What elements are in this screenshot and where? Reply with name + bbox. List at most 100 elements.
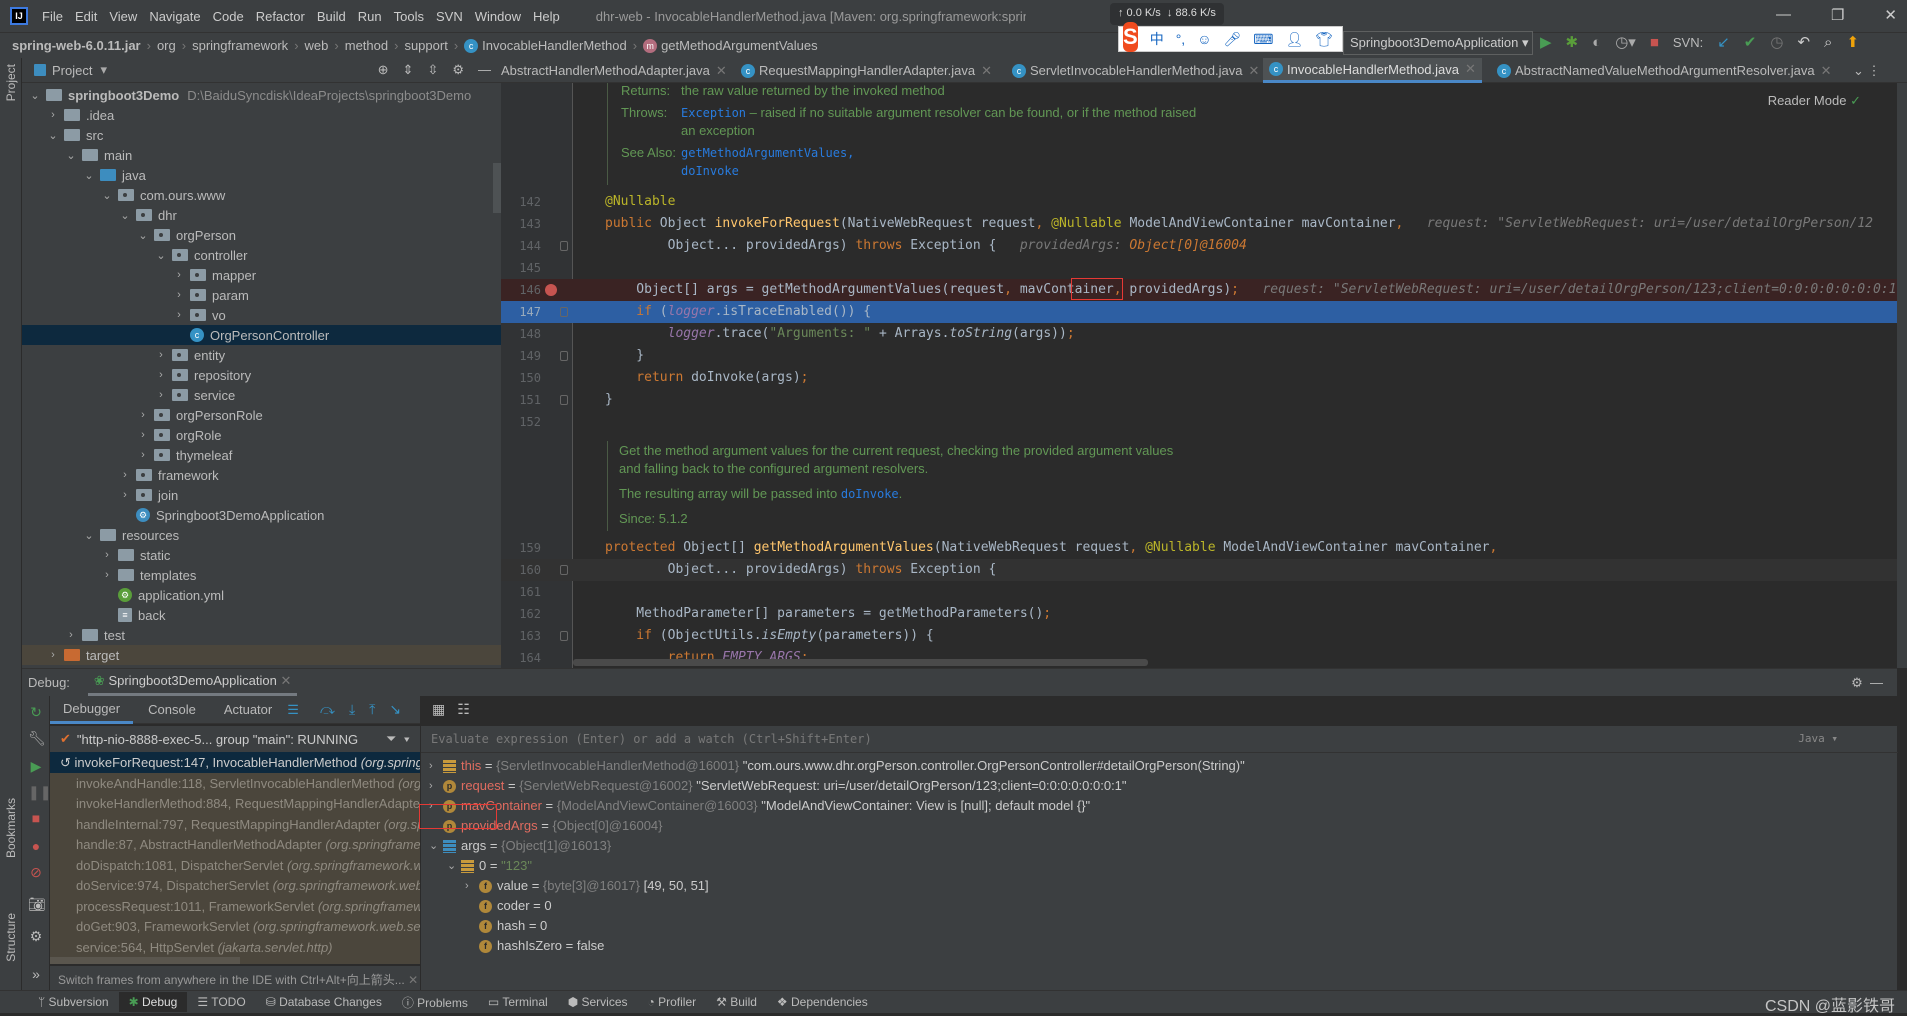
profile-icon[interactable]: ◷▾	[1615, 33, 1636, 51]
code-line[interactable]: 159 protected Object[] getMethodArgumentV…	[501, 537, 1897, 559]
chevron-right-icon[interactable]: ›	[172, 269, 186, 281]
chevron-right-icon[interactable]: ›	[154, 349, 168, 361]
ime-mode-icon[interactable]: 中	[1150, 29, 1164, 49]
menu-icon[interactable]: ☰	[287, 702, 299, 718]
fold-marker-icon[interactable]	[560, 395, 568, 405]
code-line[interactable]: 150 return doInvoke(args);	[501, 367, 1897, 389]
chevron-down-icon[interactable]: ⌄	[154, 249, 168, 262]
variable-row[interactable]: ⌄ args = {Object[1]@16013}	[429, 836, 615, 856]
breadcrumb-item[interactable]: support	[404, 38, 447, 53]
structure-tool-button[interactable]: Structure	[4, 913, 18, 962]
tree-item[interactable]: › .idea	[22, 105, 501, 125]
stack-frame[interactable]: invokeAndHandle:118, ServletInvocableHan…	[50, 773, 420, 794]
code-editor[interactable]: Returns: the raw value returned by the in…	[501, 83, 1897, 668]
menu-navigate[interactable]: Navigate	[149, 9, 200, 24]
wrench-icon[interactable]: 🔧︎	[28, 730, 46, 746]
keyboard-icon[interactable]: ⌨	[1253, 31, 1273, 48]
tree-item[interactable]: › orgPersonRole	[22, 405, 501, 425]
doc-link[interactable]: doInvoke	[681, 164, 739, 178]
chevron-down-icon[interactable]: ⌄	[82, 529, 96, 542]
chevron-right-icon[interactable]: ›	[136, 429, 150, 441]
chevron-right-icon[interactable]: ›	[429, 756, 443, 776]
chevron-right-icon[interactable]: ›	[429, 796, 443, 816]
chevron-down-icon[interactable]: ⌄	[429, 836, 443, 856]
breakpoint-icon[interactable]	[545, 284, 557, 296]
filter-icon[interactable]: ⏷ ▾	[386, 731, 410, 747]
evaluate-expression-input[interactable]: Evaluate expression (Enter) or add a wat…	[421, 726, 1898, 753]
chevron-right-icon[interactable]: ›	[136, 409, 150, 421]
tree-item[interactable]: ⌄ springboot3Demo D:\BaiduSyncdisk\IdeaPro…	[22, 85, 501, 105]
tool-window-todo[interactable]: ☰ TODO	[187, 992, 255, 1012]
stack-frame[interactable]: doGet:903, FrameworkServlet (org.springf…	[50, 916, 420, 937]
tree-item[interactable]: › param	[22, 285, 501, 305]
tool-window-services[interactable]: ⬢ Services	[558, 992, 638, 1012]
close-icon[interactable]: ✕	[1465, 61, 1476, 77]
tree-item[interactable]: ⌄ java	[22, 165, 501, 185]
close-icon[interactable]: ✕	[1821, 63, 1832, 79]
table-view-icon[interactable]: ▦	[432, 701, 445, 718]
tree-item[interactable]: ⌄ orgPerson	[22, 225, 501, 245]
tabs-menu-icon[interactable]: ⌄ ⋮	[1847, 58, 1887, 83]
debug-icon[interactable]: ✱	[1566, 33, 1579, 51]
chevron-right-icon[interactable]: ›	[465, 876, 479, 896]
chevron-right-icon[interactable]: ›	[172, 289, 186, 301]
fold-marker-icon[interactable]	[560, 307, 568, 317]
menu-window[interactable]: Window	[475, 9, 521, 24]
tree-item[interactable]: › templates	[22, 565, 501, 585]
gear-icon[interactable]: ⚙ —	[1851, 675, 1883, 691]
tree-item[interactable]: ⚙ Springboot3DemoApplication	[22, 505, 501, 525]
tree-item[interactable]: › orgRole	[22, 425, 501, 445]
tree-item[interactable]: ⌄ resources	[22, 525, 501, 545]
code-line[interactable]: 143 public Object invokeForRequest(Native…	[501, 213, 1897, 235]
view-breakpoints-icon[interactable]: ●	[28, 838, 44, 854]
project-tool-button[interactable]: Project	[4, 64, 18, 101]
variable-row[interactable]: f hashIsZero = false	[465, 936, 604, 956]
tree-item[interactable]: › service	[22, 385, 501, 405]
chevron-right-icon[interactable]: ›	[154, 389, 168, 401]
fold-marker-icon[interactable]	[560, 565, 568, 575]
chevron-right-icon[interactable]: ›	[46, 109, 60, 121]
variable-row[interactable]: › this = {ServletInvocableHandlerMethod@1…	[429, 756, 1245, 776]
expand-all-icon[interactable]: ⇕	[403, 62, 414, 78]
chevron-down-icon[interactable]: ⌄	[447, 856, 461, 876]
menu-tools[interactable]: Tools	[394, 9, 424, 24]
code-line[interactable]: 152	[501, 411, 1897, 433]
tree-item[interactable]: ⌄ src	[22, 125, 501, 145]
chevron-right-icon[interactable]: ›	[172, 309, 186, 321]
stack-frame[interactable]: handleInternal:797, RequestMappingHandle…	[50, 814, 420, 835]
variable-row[interactable]: › f value = {byte[3]@16017} [49, 50, 51]	[465, 876, 709, 896]
menu-svn[interactable]: SVN	[436, 9, 463, 24]
menu-build[interactable]: Build	[317, 9, 346, 24]
stop-icon[interactable]: ■	[1650, 34, 1659, 51]
chevron-right-icon[interactable]: ›	[64, 629, 78, 641]
settings-icon[interactable]: ⚙	[28, 928, 44, 944]
breadcrumb-item[interactable]: getMethodArgumentValues	[661, 38, 818, 53]
chevron-right-icon[interactable]: ›	[118, 469, 132, 481]
breadcrumb-item[interactable]: spring-web-6.0.11.jar	[12, 38, 141, 53]
menu-run[interactable]: Run	[358, 9, 382, 24]
tool-window-build[interactable]: ⚒ Build	[706, 992, 767, 1012]
code-line[interactable]: 148 logger.trace("Arguments: " + Arrays.…	[501, 323, 1897, 345]
tab-debugger[interactable]: Debugger	[50, 696, 134, 724]
pause-icon[interactable]: ❚❚	[28, 784, 51, 800]
gear-icon[interactable]: ⚙	[452, 62, 464, 78]
tool-window-subversion[interactable]: ᛘ Subversion	[28, 992, 119, 1012]
tab-invocablehandlermethod[interactable]: c InvocableHandlerMethod.java ✕	[1263, 58, 1482, 83]
tree-item[interactable]: ⌄ dhr	[22, 205, 501, 225]
chevron-right-icon[interactable]: ›	[154, 369, 168, 381]
variable-row[interactable]: › p request = {ServletWebRequest@16002} "S…	[429, 776, 1127, 796]
chevron-right-icon[interactable]: ›	[100, 569, 114, 581]
stack-frame[interactable]: service:564, HttpServlet (jakarta.servle…	[50, 937, 420, 958]
tree-item[interactable]: › static	[22, 545, 501, 565]
chevron-right-icon[interactable]: ›	[136, 449, 150, 461]
chevron-down-icon[interactable]: ⌄	[100, 189, 114, 202]
tree-item[interactable]: ⌄ main	[22, 145, 501, 165]
chevron-right-icon[interactable]: ›	[118, 489, 132, 501]
chevron-right-icon[interactable]: ›	[429, 776, 443, 796]
tree-item[interactable]: › vo	[22, 305, 501, 325]
breadcrumb-item[interactable]: method	[345, 38, 388, 53]
horizontal-scrollbar[interactable]	[573, 659, 1148, 666]
breadcrumb-item[interactable]: web	[305, 38, 329, 53]
tree-item[interactable]: ⌄ controller	[22, 245, 501, 265]
chevron-down-icon[interactable]: ⌄	[28, 89, 42, 102]
